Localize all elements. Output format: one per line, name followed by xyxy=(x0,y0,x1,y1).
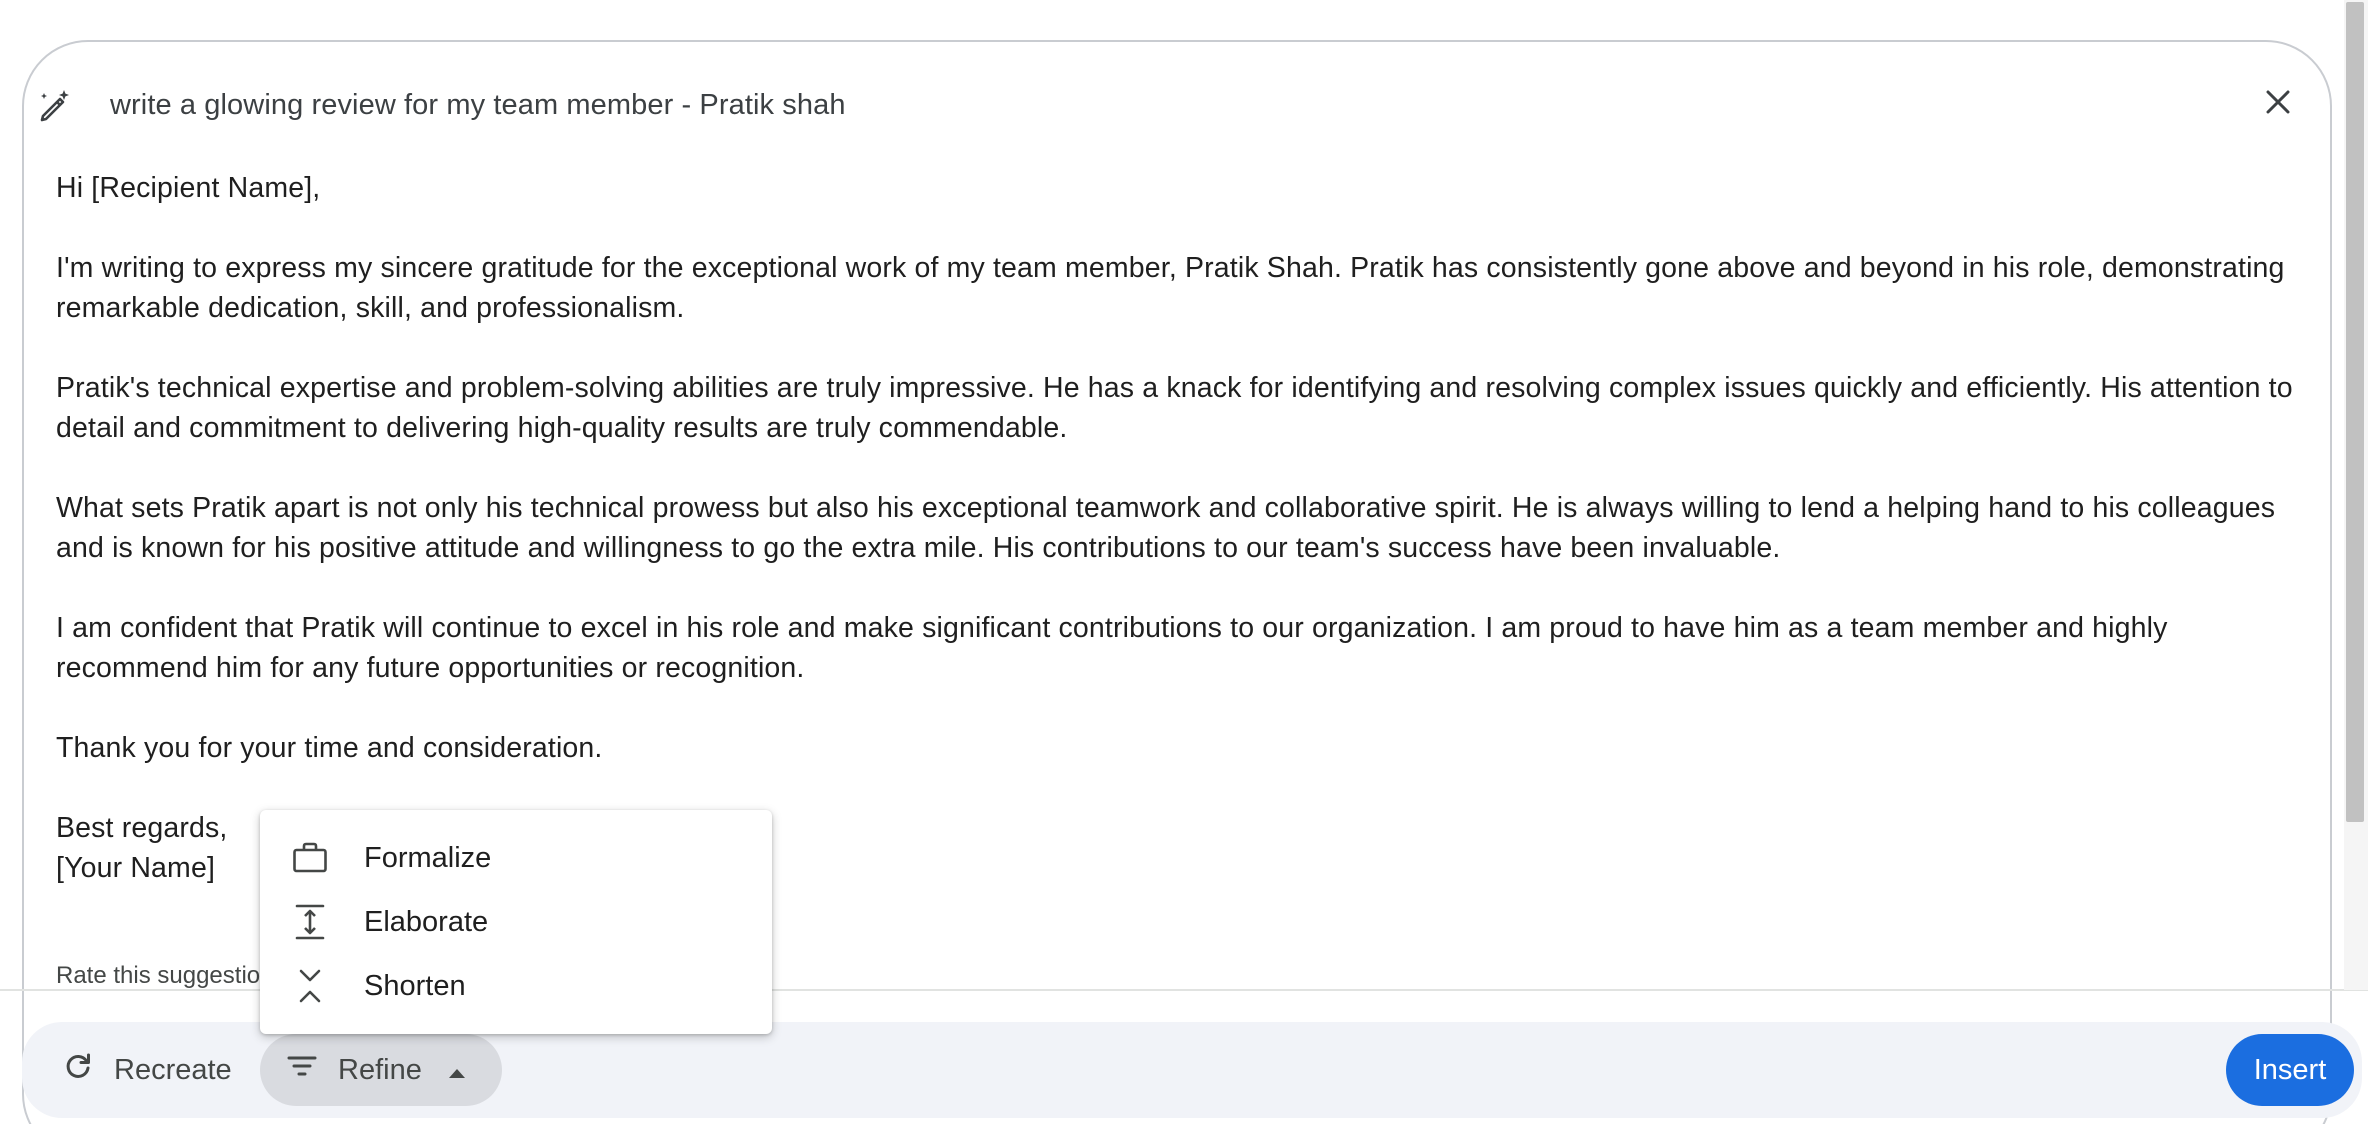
draft-paragraph: What sets Pratik apart is not only his t… xyxy=(56,492,2276,564)
prompt-text[interactable]: write a glowing review for my team membe… xyxy=(110,89,846,122)
menu-item-label: Shorten xyxy=(364,969,466,1002)
scrollbar-thumb[interactable] xyxy=(2346,2,2364,822)
draft-paragraph: Thank you for your time and consideratio… xyxy=(56,732,603,764)
refine-label: Refine xyxy=(338,1053,422,1086)
rate-suggestion-label: Rate this suggestion xyxy=(56,962,274,989)
briefcase-icon xyxy=(292,840,328,876)
draft-text[interactable]: Hi [Recipient Name], I'm writing to expr… xyxy=(56,168,2296,888)
refine-menu: Formalize Elaborate Shorten xyxy=(260,810,772,1034)
filter-list-icon xyxy=(286,1050,318,1090)
menu-item-label: Formalize xyxy=(364,841,492,874)
menu-item-label: Elaborate xyxy=(364,905,489,938)
magic-wand-pen-icon xyxy=(34,85,74,125)
draft-greeting: Hi [Recipient Name], xyxy=(56,172,321,204)
draft-paragraph: Pratik's technical expertise and problem… xyxy=(56,372,2293,444)
menu-item-elaborate[interactable]: Elaborate xyxy=(260,890,772,954)
recreate-button[interactable]: Recreate xyxy=(40,1036,254,1104)
menu-item-formalize[interactable]: Formalize xyxy=(260,826,772,890)
expand-vertical-icon xyxy=(292,904,328,940)
insert-button[interactable]: Insert xyxy=(2226,1034,2354,1106)
refine-button[interactable]: Refine xyxy=(260,1034,502,1106)
collapse-vertical-icon xyxy=(292,968,328,1004)
draft-paragraph: I'm writing to express my sincere gratit… xyxy=(56,252,2285,324)
close-icon xyxy=(2265,89,2291,120)
help-me-write-dialog: write a glowing review for my team membe… xyxy=(0,0,2368,1124)
refresh-icon xyxy=(62,1050,94,1090)
caret-up-icon xyxy=(448,1054,466,1087)
prompt-row: write a glowing review for my team membe… xyxy=(34,60,846,150)
recreate-label: Recreate xyxy=(114,1053,232,1086)
menu-item-shorten[interactable]: Shorten xyxy=(260,954,772,1018)
draft-paragraph: I am confident that Pratik will continue… xyxy=(56,612,2168,684)
close-button[interactable] xyxy=(2256,82,2300,126)
